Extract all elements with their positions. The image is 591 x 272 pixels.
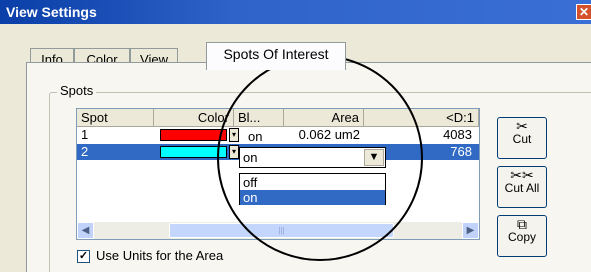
tab-spots-of-interest[interactable]: Spots Of Interest [206,42,346,70]
cut-all-button[interactable]: ✂✂ Cut All [497,166,547,208]
close-button[interactable]: ✕ [576,4,591,20]
table-cell-spot: 1 [81,127,89,142]
arrow-left-icon: ◀ [81,225,90,236]
cut-button-label: Cut [512,132,532,146]
spots-group-label: Spots [57,83,97,99]
cut-button[interactable]: ✂ Cut [497,117,547,159]
copy-button[interactable]: ⧉ Copy [497,215,547,257]
window-title: View Settings [0,0,591,24]
table-cell-spot: 2 [81,144,89,159]
scroll-right-button[interactable]: ▶ [462,222,479,239]
copy-button-label: Copy [507,230,536,244]
use-units-label[interactable]: Use Units for the Area [96,248,223,264]
scroll-left-button[interactable]: ◀ [77,222,94,239]
column-header-spot[interactable]: Spot [77,109,154,127]
cut-all-button-label: Cut All [504,181,540,195]
use-units-checkbox[interactable]: ✓ [77,250,90,263]
color-swatch-red[interactable] [160,129,227,141]
arrow-right-icon: ▶ [466,225,475,236]
highlight-circle [217,55,423,261]
